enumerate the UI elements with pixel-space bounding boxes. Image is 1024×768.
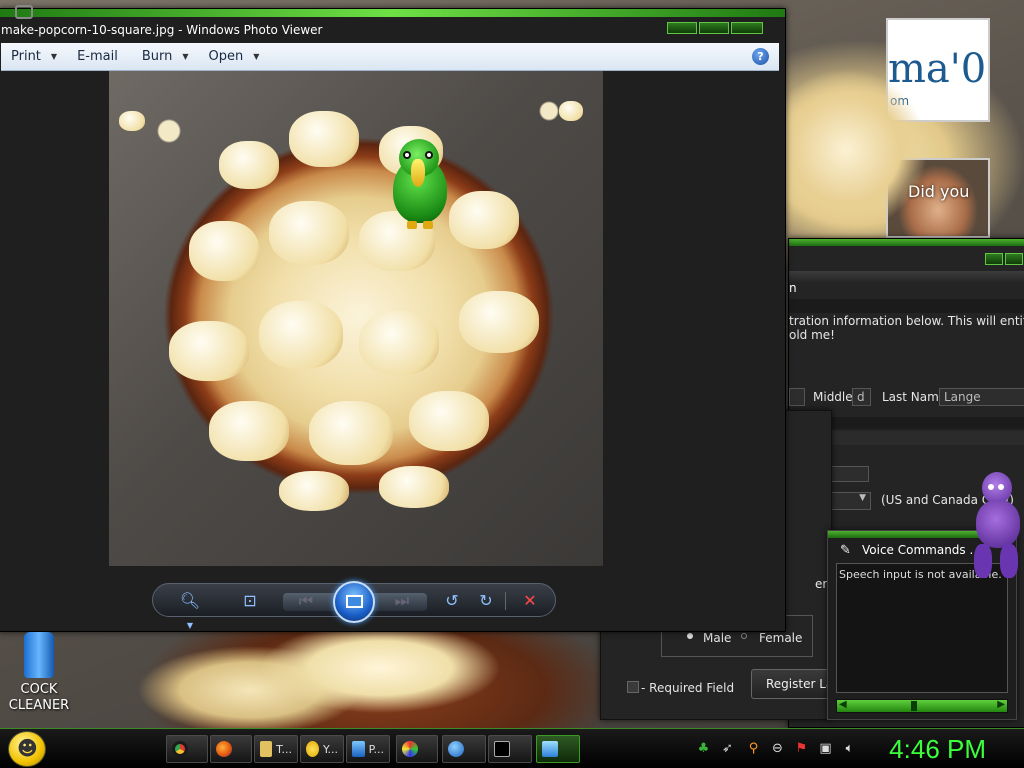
help-icon[interactable]: ? <box>752 48 769 65</box>
previous-icon[interactable]: ⏮ <box>295 590 317 612</box>
taskbar-paint[interactable] <box>396 735 438 763</box>
required-note: - Required Field <box>641 681 735 695</box>
menu-email[interactable]: E-mail <box>67 43 132 70</box>
desktop: ma'0 om Did you n tration information be… <box>0 0 1024 768</box>
middle-field[interactable]: d <box>852 388 871 406</box>
folder-icon <box>260 741 273 757</box>
monitor-icon <box>352 741 365 757</box>
taskbar-chrome[interactable] <box>166 735 208 763</box>
rotate-right-icon[interactable]: ↻ <box>475 590 497 612</box>
taskbar-photo-viewer[interactable] <box>536 735 580 763</box>
bottle-icon <box>24 632 54 678</box>
window-title: make-popcorn-10-square.jpg - Windows Pho… <box>1 23 323 37</box>
voice-title: Voice Commands ... <box>862 543 981 557</box>
form-intro-line1: tration information below. This will ent… <box>789 314 1024 328</box>
tree-icon[interactable]: ♣ <box>696 741 711 756</box>
network-icon[interactable]: ▣ <box>818 741 833 756</box>
taskbar-cmd[interactable] <box>488 735 532 763</box>
slideshow-button[interactable] <box>333 581 375 623</box>
delete-icon[interactable]: ✕ <box>519 590 541 612</box>
menu-burn-label: Burn <box>141 49 173 64</box>
chevron-down-icon: ▼ <box>859 493 866 503</box>
arrow-right-icon: ▶ <box>997 699 1005 710</box>
menu-bar: Print ▼ E-mail Burn ▼ Open ▼ ? <box>1 43 779 71</box>
actual-size-icon[interactable]: ⊡ <box>239 590 261 612</box>
menu-print-label: Print <box>11 49 41 64</box>
start-button[interactable]: ☻ <box>8 731 46 767</box>
taskbar-firefox[interactable] <box>210 735 252 763</box>
desktop-icon-cock-cleaner[interactable]: COCK CLEANER <box>6 632 72 716</box>
chevron-down-icon: ▼ <box>50 52 58 61</box>
required-marker <box>627 681 639 693</box>
parrot-character[interactable] <box>385 139 455 231</box>
pencil-icon: ✎ <box>840 543 851 558</box>
cursor-icon[interactable]: ➶ <box>720 741 735 756</box>
menu-open[interactable]: Open ▼ <box>199 43 270 70</box>
close-button[interactable] <box>731 22 763 34</box>
menu-burn[interactable]: Burn ▼ <box>132 43 199 70</box>
menu-print[interactable]: Print ▼ <box>1 43 67 70</box>
slideshow-icon <box>346 595 363 608</box>
terminal-icon <box>494 741 510 757</box>
radio-female[interactable] <box>741 633 747 639</box>
viewer-toolbar: 🔍︎▼ ⊡ ⏮ ⏭ ↺ ↻ ✕ <box>152 581 556 630</box>
next-icon[interactable]: ⏭ <box>391 590 413 612</box>
arrow-left-icon: ◀ <box>839 699 847 710</box>
globe-icon <box>448 741 464 757</box>
taskbar-item-y-label: Y... <box>323 742 338 756</box>
popcorn-photo <box>109 71 603 566</box>
speaker-icon[interactable]: 🔈︎ <box>842 741 857 756</box>
chevron-down-icon: ▼ <box>182 52 189 61</box>
taskbar-ie[interactable] <box>442 735 486 763</box>
paint-icon <box>402 741 418 757</box>
photo-viewer-window[interactable]: make-popcorn-10-square.jpg - Windows Pho… <box>0 5 786 632</box>
level-thumb[interactable] <box>911 701 917 711</box>
separator <box>505 592 506 610</box>
menu-email-label: E-mail <box>77 49 118 64</box>
register-later-label: Register Later <box>766 677 834 691</box>
flag-icon[interactable]: ⚑ <box>794 741 809 756</box>
gender-female-label: Female <box>759 631 803 645</box>
photo-viewer-icon <box>542 741 558 757</box>
menu-open-label: Open <box>208 49 244 64</box>
desktop-icon-label-2: CLEANER <box>8 698 70 713</box>
register-later-button[interactable]: Register Later <box>751 669 835 699</box>
rotate-left-icon[interactable]: ↺ <box>441 590 463 612</box>
smiley-icon: ☻ <box>17 736 38 760</box>
radio-male[interactable] <box>687 633 693 639</box>
window-controls <box>667 22 763 36</box>
desktop-icon-label-1: COCK <box>20 682 58 697</box>
gender-male-label: Male <box>703 631 732 645</box>
app-icon <box>15 5 33 19</box>
chevron-down-icon: ▼ <box>253 52 260 61</box>
minimize-button[interactable] <box>667 22 697 34</box>
form-intro-line2: old me! <box>789 328 835 342</box>
voice-level-bar: ◀ ▶ <box>836 699 1008 713</box>
yahoo-icon <box>306 741 320 757</box>
firefox-icon <box>216 741 232 757</box>
chrome-icon <box>172 741 188 757</box>
form-title-fragment: n <box>789 281 797 295</box>
taskbar: ☻ T... Y... P... ♣ ➶ ⚲ ⊖ ⚑ ▣ 🔈︎ 4:46 PM <box>0 728 1024 768</box>
maximize-button[interactable] <box>699 22 729 34</box>
background-popcorn-right <box>786 70 926 238</box>
last-name-field[interactable]: Lange <box>939 388 1024 406</box>
clock[interactable]: 4:46 PM <box>889 734 986 765</box>
middle-label: Middle: <box>813 390 857 404</box>
zoom-icon[interactable]: 🔍︎▼ <box>179 590 201 630</box>
taskbar-item-p-label: P... <box>368 742 384 756</box>
first-name-field[interactable] <box>789 388 805 406</box>
taskbar-item-y[interactable]: Y... <box>300 735 344 763</box>
taskbar-item-t[interactable]: T... <box>254 735 298 763</box>
taskbar-item-t-label: T... <box>276 742 292 756</box>
bonzi-buddy[interactable] <box>966 472 1024 584</box>
minus-circle-icon[interactable]: ⊖ <box>770 741 785 756</box>
search-icon[interactable]: ⚲ <box>746 741 761 756</box>
taskbar-item-p[interactable]: P... <box>346 735 390 763</box>
